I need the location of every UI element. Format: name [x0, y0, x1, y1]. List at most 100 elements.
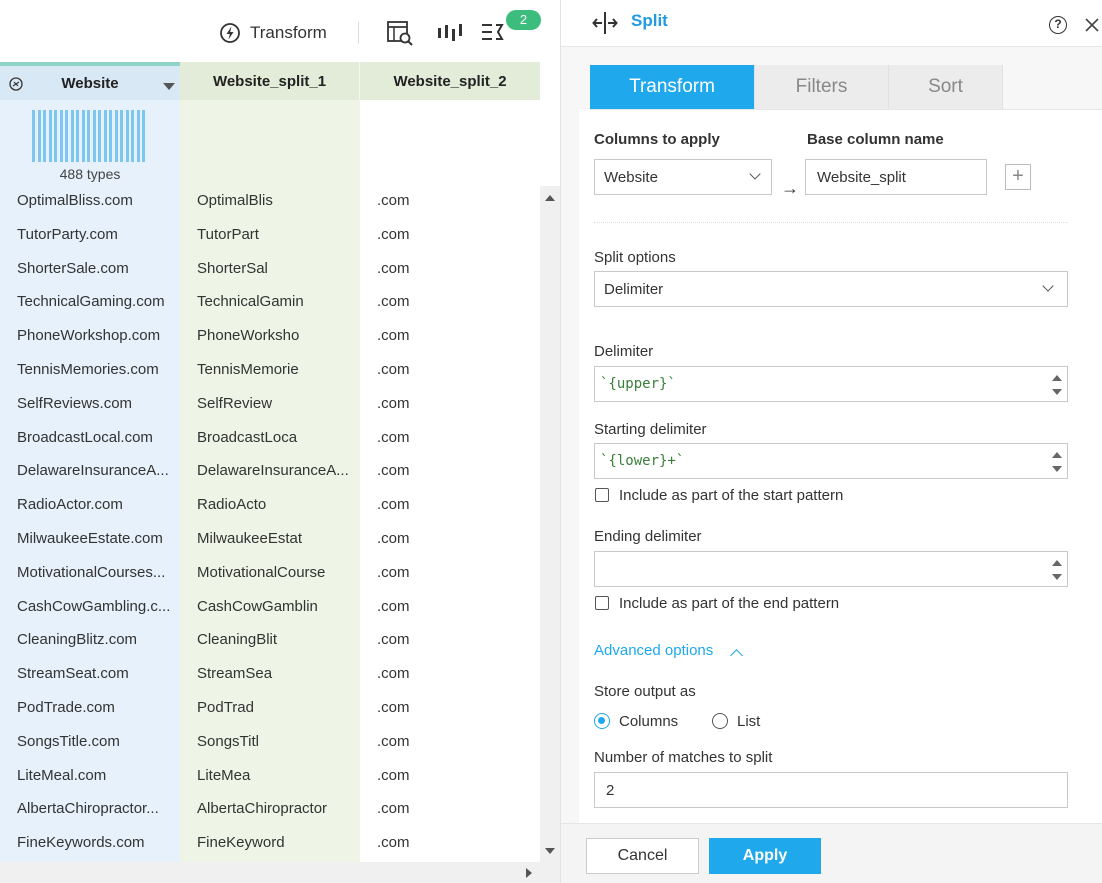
apply-button[interactable]: Apply	[709, 838, 821, 874]
header-website-split-2[interactable]: Website_split_2	[360, 62, 540, 100]
table-cell[interactable]: .com	[377, 800, 527, 817]
table-cell[interactable]: ShorterSal	[197, 260, 349, 277]
table-cell[interactable]: TechnicalGaming.com	[17, 293, 169, 310]
scroll-down-arrow-icon[interactable]	[545, 848, 555, 854]
table-cell[interactable]: BroadcastLocal.com	[17, 429, 169, 446]
table-cell[interactable]: .com	[377, 226, 527, 243]
table-cell[interactable]: .com	[377, 395, 527, 412]
histogram-bar[interactable]	[98, 110, 101, 162]
table-cell[interactable]: BroadcastLoca	[197, 429, 349, 446]
table-search-icon[interactable]	[385, 18, 415, 48]
table-cell[interactable]: MilwaukeeEstat	[197, 530, 349, 547]
table-cell[interactable]: CashCowGamblin	[197, 598, 349, 615]
ending-delimiter-spinner[interactable]	[1047, 552, 1067, 586]
table-cell[interactable]: SelfReviews.com	[17, 395, 169, 412]
histogram-bar[interactable]	[109, 110, 112, 162]
histogram-bar[interactable]	[54, 110, 57, 162]
histogram-bar[interactable]	[103, 110, 107, 162]
table-cell[interactable]: .com	[377, 293, 527, 310]
spinner-down-icon[interactable]	[1052, 574, 1062, 580]
histogram-bar[interactable]	[87, 110, 90, 162]
table-cell[interactable]: PhoneWorkshop.com	[17, 327, 169, 344]
split-options-select[interactable]: Delimiter	[594, 271, 1068, 307]
table-cell[interactable]: .com	[377, 530, 527, 547]
ending-delimiter-input[interactable]	[594, 551, 1068, 587]
table-cell[interactable]: TennisMemories.com	[17, 361, 169, 378]
columns-to-apply-select[interactable]: Website	[594, 159, 772, 195]
tab-transform[interactable]: Transform	[590, 65, 755, 109]
radio-columns[interactable]	[594, 713, 610, 729]
histogram-bar[interactable]	[65, 110, 68, 162]
table-cell[interactable]: FineKeywords.com	[17, 834, 169, 851]
radio-list[interactable]	[712, 713, 728, 729]
histogram-bar[interactable]	[120, 110, 123, 162]
column-stats-icon[interactable]	[435, 18, 465, 48]
spinner-up-icon[interactable]	[1052, 560, 1062, 566]
table-cell[interactable]: .com	[377, 496, 527, 513]
table-cell[interactable]: .com	[377, 429, 527, 446]
table-cell[interactable]: TechnicalGamin	[197, 293, 349, 310]
table-cell[interactable]: PhoneWorksho	[197, 327, 349, 344]
table-cell[interactable]: LiteMea	[197, 767, 349, 784]
table-cell[interactable]: LiteMeal.com	[17, 767, 169, 784]
spinner-up-icon[interactable]	[1052, 452, 1062, 458]
table-cell[interactable]: FineKeyword	[197, 834, 349, 851]
table-cell[interactable]: AlbertaChiropractor...	[17, 800, 169, 817]
table-cell[interactable]: .com	[377, 665, 527, 682]
histogram-bar[interactable]	[114, 110, 118, 162]
scroll-right-arrow-icon[interactable]	[526, 868, 532, 878]
table-cell[interactable]: .com	[377, 834, 527, 851]
scroll-up-arrow-icon[interactable]	[545, 195, 555, 201]
table-cell[interactable]: PodTrade.com	[17, 699, 169, 716]
tab-filters[interactable]: Filters	[755, 65, 889, 109]
histogram-bar[interactable]	[70, 110, 74, 162]
table-cell[interactable]: StreamSea	[197, 665, 349, 682]
base-column-name-input[interactable]: Website_split	[805, 159, 987, 195]
table-cell[interactable]: StreamSeat.com	[17, 665, 169, 682]
table-cell[interactable]: SelfReview	[197, 395, 349, 412]
table-cell[interactable]: MotivationalCourses...	[17, 564, 169, 581]
table-cell[interactable]: RadioActo	[197, 496, 349, 513]
delimiter-input[interactable]: `{upper}`	[594, 366, 1068, 402]
histogram-bar[interactable]	[81, 110, 85, 162]
table-cell[interactable]: .com	[377, 192, 527, 209]
spinner-down-icon[interactable]	[1052, 389, 1062, 395]
table-cell[interactable]: CleaningBlitz.com	[17, 631, 169, 648]
include-end-checkbox[interactable]	[595, 596, 609, 610]
header-website[interactable]: Website	[0, 62, 180, 100]
table-cell[interactable]: .com	[377, 361, 527, 378]
table-cell[interactable]: MotivationalCourse	[197, 564, 349, 581]
matches-input[interactable]: 2	[594, 772, 1068, 808]
column-histogram[interactable]	[32, 110, 148, 162]
table-cell[interactable]: .com	[377, 564, 527, 581]
close-icon[interactable]	[1083, 16, 1101, 34]
tab-sort[interactable]: Sort	[889, 65, 1003, 109]
table-cell[interactable]: RadioActor.com	[17, 496, 169, 513]
histogram-bar[interactable]	[32, 110, 35, 162]
table-cell[interactable]: TennisMemorie	[197, 361, 349, 378]
add-column-button[interactable]: +	[1005, 164, 1031, 190]
histogram-bar[interactable]	[131, 110, 134, 162]
table-cell[interactable]: .com	[377, 699, 527, 716]
histogram-bar[interactable]	[142, 110, 145, 162]
histogram-bar[interactable]	[43, 110, 46, 162]
table-cell[interactable]: .com	[377, 733, 527, 750]
vertical-scrollbar[interactable]	[540, 186, 560, 862]
table-cell[interactable]: MilwaukeeEstate.com	[17, 530, 169, 547]
table-cell[interactable]: .com	[377, 327, 527, 344]
table-cell[interactable]: TutorPart	[197, 226, 349, 243]
table-cell[interactable]: .com	[377, 767, 527, 784]
table-cell[interactable]: DelawareInsuranceA...	[197, 462, 349, 479]
spinner-up-icon[interactable]	[1052, 375, 1062, 381]
transform-button[interactable]: Transform	[219, 20, 327, 46]
table-cell[interactable]: DelawareInsuranceA...	[17, 462, 169, 479]
table-cell[interactable]: CleaningBlit	[197, 631, 349, 648]
table-cell[interactable]: .com	[377, 631, 527, 648]
horizontal-scrollbar[interactable]	[0, 862, 540, 883]
table-cell[interactable]: SongsTitl	[197, 733, 349, 750]
table-cell[interactable]: TutorParty.com	[17, 226, 169, 243]
recipe-steps-icon[interactable]	[478, 18, 508, 48]
table-cell[interactable]: AlbertaChiropractor	[197, 800, 349, 817]
histogram-bar[interactable]	[37, 110, 41, 162]
advanced-options-toggle[interactable]: Advanced options	[594, 642, 713, 659]
